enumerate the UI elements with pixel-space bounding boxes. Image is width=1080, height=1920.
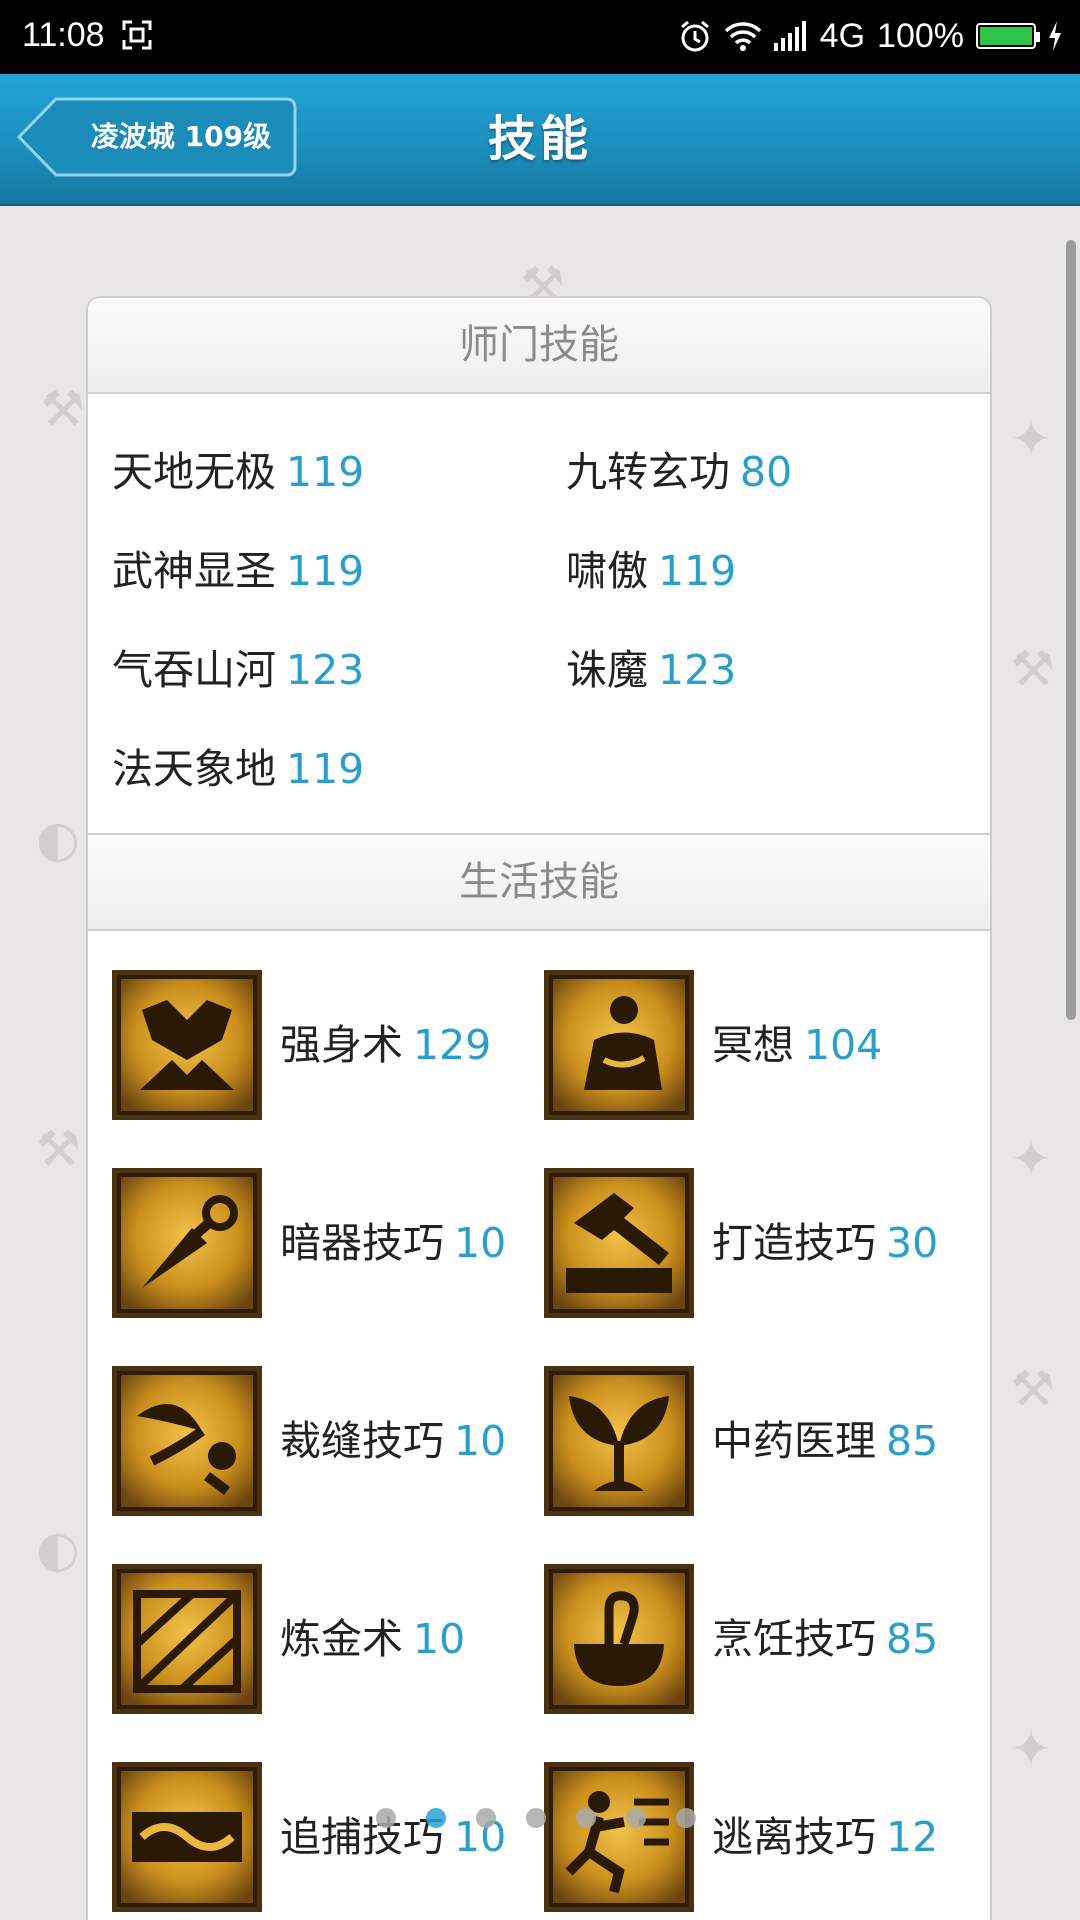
life-skill-item[interactable]: 打造技巧 30 (544, 1168, 984, 1318)
background-hammer-icon: ⚒ (1010, 640, 1055, 698)
chain-icon (112, 1762, 262, 1912)
page-dot[interactable] (626, 1808, 646, 1828)
sect-skill-item[interactable]: 诛魔 123 (566, 636, 736, 696)
signal-icon (773, 21, 806, 51)
status-bar: 11:08 4G 100% (0, 0, 1080, 74)
skills-panel: 师门技能 天地无极 119 九转玄功 80 武神显圣 119 啸傲 119 气吞山河 12… (86, 296, 992, 1920)
screenshot-icon (122, 20, 152, 50)
sect-skill-item[interactable]: 九转玄功 80 (566, 438, 792, 498)
life-skill-item[interactable]: 追捕技巧 10 (112, 1762, 532, 1912)
sect-skill-item[interactable]: 法天象地 119 (112, 735, 364, 795)
page-title: 技能 (487, 111, 592, 167)
life-skill-item[interactable]: 冥想 104 (544, 970, 984, 1120)
charging-icon (1049, 21, 1061, 51)
background-sparkle-icon: ✦ (1010, 410, 1052, 468)
background-tool-icon: ⚒ (40, 380, 85, 438)
background-sparkle-icon: ✦ (1010, 1720, 1052, 1778)
life-skill-item[interactable]: 烹饪技巧 85 (544, 1564, 984, 1714)
background-shell-icon: ◐ (36, 1520, 80, 1578)
scrollbar[interactable] (1066, 240, 1076, 1020)
sect-skills-header: 师门技能 (88, 298, 990, 394)
background-hammer-icon: ⚒ (1010, 1360, 1055, 1418)
page-dot[interactable] (376, 1808, 396, 1828)
background-tool-icon: ⚒ (36, 1120, 81, 1178)
background-sparkle-icon: ✦ (1010, 1130, 1052, 1188)
page-dot[interactable] (426, 1808, 446, 1828)
sect-skill-item[interactable]: 天地无极 119 (112, 438, 364, 498)
page-indicator (376, 1808, 696, 1828)
scissors-icon (112, 1366, 262, 1516)
battery-percent: 100% (877, 16, 964, 55)
background-shell-icon: ◐ (36, 810, 80, 868)
life-skill-item[interactable]: 中药医理 85 (544, 1366, 984, 1516)
network-type: 4G (819, 16, 866, 55)
cooking-pot-icon (544, 1564, 694, 1714)
page-dot[interactable] (576, 1808, 596, 1828)
life-skills-header: 生活技能 (88, 833, 990, 931)
life-skill-item[interactable]: 暗器技巧 10 (112, 1168, 532, 1318)
life-skill-item[interactable]: 裁缝技巧 10 (112, 1366, 532, 1516)
life-skill-item[interactable]: 炼金术 10 (112, 1564, 532, 1714)
alchemy-icon (112, 1564, 262, 1714)
strength-icon (112, 970, 262, 1120)
status-time: 11:08 (22, 16, 105, 54)
battery-icon (976, 23, 1040, 49)
hammer-anvil-icon (544, 1168, 694, 1318)
herb-icon (544, 1366, 694, 1516)
escape-icon (544, 1762, 694, 1912)
life-skill-item[interactable]: 强身术 129 (112, 970, 532, 1120)
dart-icon (112, 1168, 262, 1318)
wifi-icon (724, 22, 761, 51)
page-dot[interactable] (676, 1808, 696, 1828)
life-skill-item[interactable]: 逃离技巧 12 (544, 1762, 984, 1912)
page-dot[interactable] (526, 1808, 546, 1828)
sect-skill-item[interactable]: 啸傲 119 (566, 537, 736, 597)
meditation-icon (544, 970, 694, 1120)
page-dot[interactable] (476, 1808, 496, 1828)
sect-skill-item[interactable]: 武神显圣 119 (112, 537, 364, 597)
alarm-icon (680, 20, 709, 52)
sect-skill-item[interactable]: 气吞山河 123 (112, 636, 364, 696)
